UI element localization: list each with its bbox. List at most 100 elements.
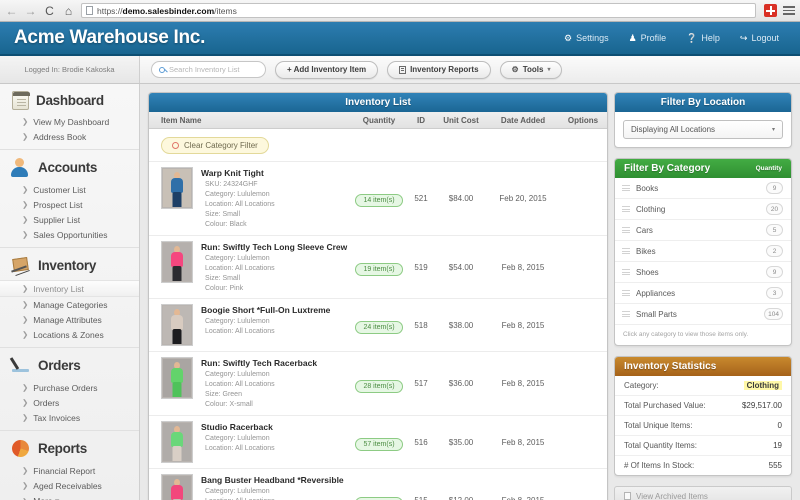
item-thumbnail[interactable] bbox=[161, 474, 193, 500]
header-link-logout[interactable]: ↪ Logout bbox=[731, 29, 788, 47]
sidebar-item-label: Financial Report bbox=[33, 466, 95, 476]
forward-arrow-icon[interactable]: → bbox=[24, 5, 37, 17]
category-item-bikes[interactable]: Bikes2 bbox=[615, 241, 791, 262]
sidebar-item-inventory-list[interactable]: ❯Inventory List bbox=[0, 280, 139, 297]
table-row[interactable]: Run: Swiftly Tech Long Sleeve CrewCatego… bbox=[149, 236, 607, 300]
item-name[interactable]: Run: Swiftly Tech Long Sleeve Crew bbox=[201, 242, 347, 252]
chevron-right-icon: ❯ bbox=[22, 497, 28, 500]
table-row[interactable]: Boogie Short *Full-On LuxtremeCategory: … bbox=[149, 299, 607, 352]
sidebar-item-manage-attributes[interactable]: ❯Manage Attributes bbox=[0, 312, 139, 327]
reload-icon[interactable]: C bbox=[43, 5, 56, 17]
sidebar-item-prospect-list[interactable]: ❯Prospect List bbox=[0, 197, 139, 212]
item-name[interactable]: Run: Swiftly Tech Racerback bbox=[201, 358, 317, 368]
header-link-help[interactable]: ❔ Help bbox=[677, 29, 729, 47]
header-link-profile[interactable]: ♟ Profile bbox=[620, 29, 676, 47]
view-archived-items-button[interactable]: View Archived Items bbox=[614, 486, 792, 500]
statistic-row: Category:Clothing bbox=[615, 376, 791, 396]
sidebar-item-purchase-orders[interactable]: ❯Purchase Orders bbox=[0, 380, 139, 395]
sidebar-group-header[interactable]: Inventory bbox=[0, 248, 139, 280]
tools-label: Tools bbox=[523, 65, 544, 74]
item-name[interactable]: Bang Buster Headband *Reversible bbox=[201, 475, 344, 485]
sidebar-item-locations-zones[interactable]: ❯Locations & Zones bbox=[0, 327, 139, 342]
table-row[interactable]: Bang Buster Headband *ReversibleCategory… bbox=[149, 469, 607, 500]
item-meta: Boogie Short *Full-On LuxtremeCategory: … bbox=[201, 304, 330, 346]
inventory-reports-button[interactable]: Inventory Reports bbox=[387, 61, 490, 79]
item-thumbnail[interactable] bbox=[161, 241, 193, 283]
back-arrow-icon[interactable]: ← bbox=[5, 5, 18, 17]
sidebar-item-sales-opportunities[interactable]: ❯Sales Opportunities bbox=[0, 227, 139, 242]
quantity-badge: 19 item(s) bbox=[355, 263, 402, 276]
category-label: Small Parts bbox=[630, 310, 764, 319]
category-label: Cars bbox=[630, 226, 766, 235]
item-name[interactable]: Studio Racerback bbox=[201, 422, 275, 432]
sidebar-item-label: Inventory List bbox=[33, 284, 84, 294]
drag-handle-icon[interactable] bbox=[622, 226, 630, 235]
drag-handle-icon[interactable] bbox=[622, 289, 630, 298]
add-inventory-item-button[interactable]: + Add Inventory Item bbox=[275, 61, 378, 79]
table-row[interactable]: Run: Swiftly Tech RacerbackCategory: Lul… bbox=[149, 352, 607, 416]
sidebar-item-address-book[interactable]: ❯Address Book bbox=[0, 129, 139, 144]
hamburger-menu-icon[interactable] bbox=[783, 4, 795, 17]
sidebar-group-header[interactable]: Dashboard bbox=[0, 84, 139, 114]
sidebar-group-title: Dashboard bbox=[36, 93, 104, 108]
drag-handle-icon[interactable] bbox=[622, 247, 630, 256]
category-item-appliances[interactable]: Appliances3 bbox=[615, 283, 791, 304]
sidebar-item-label: Aged Receivables bbox=[33, 481, 102, 491]
inventory-list-panel: Inventory List Item Name Quantity ID Uni… bbox=[148, 92, 608, 500]
drag-handle-icon[interactable] bbox=[622, 184, 630, 193]
header-link-settings[interactable]: ⚙ Settings bbox=[555, 29, 618, 47]
item-cell: Studio RacerbackCategory: LululemonLocat… bbox=[149, 421, 351, 463]
sidebar-item-customer-list[interactable]: ❯Customer List bbox=[0, 182, 139, 197]
category-item-clothing[interactable]: Clothing20 bbox=[615, 199, 791, 220]
category-item-small-parts[interactable]: Small Parts104 bbox=[615, 304, 791, 325]
chevron-down-icon: ▾ bbox=[772, 126, 775, 133]
filter-by-category-header: Filter By Category Quantity bbox=[615, 159, 791, 178]
item-thumbnail[interactable] bbox=[161, 304, 193, 346]
sidebar-item-manage-categories[interactable]: ❯Manage Categories bbox=[0, 297, 139, 312]
home-icon[interactable]: ⌂ bbox=[62, 5, 75, 17]
table-row[interactable]: Studio RacerbackCategory: LululemonLocat… bbox=[149, 416, 607, 469]
address-bar[interactable]: https://demo.salesbinder.com/items bbox=[81, 3, 756, 18]
search-input[interactable]: Search Inventory List bbox=[151, 61, 266, 78]
item-date-added: Feb 8, 2015 bbox=[487, 379, 559, 388]
category-item-books[interactable]: Books9 bbox=[615, 178, 791, 199]
location-select[interactable]: Displaying All Locations ▾ bbox=[623, 120, 783, 139]
sidebar-item-label: Prospect List bbox=[33, 200, 82, 210]
statistic-row: Total Purchased Value:$29,517.00 bbox=[615, 396, 791, 416]
logged-in-label: Logged In: Brodie Kakoska bbox=[0, 56, 140, 83]
drag-handle-icon[interactable] bbox=[622, 310, 630, 319]
quantity-badge: 57 item(s) bbox=[355, 438, 402, 451]
category-item-cars[interactable]: Cars5 bbox=[615, 220, 791, 241]
table-row[interactable]: Warp Knit TightSKU: 24324GHFCategory: Lu… bbox=[149, 162, 607, 236]
app-header: Acme Warehouse Inc. ⚙ Settings ♟ Profile… bbox=[0, 22, 800, 56]
sidebar-item-aged-receivables[interactable]: ❯Aged Receivables bbox=[0, 478, 139, 493]
item-thumbnail[interactable] bbox=[161, 357, 193, 399]
drag-handle-icon[interactable] bbox=[622, 205, 630, 214]
statistic-value: 555 bbox=[769, 461, 782, 470]
sidebar-item-tax-invoices[interactable]: ❯Tax Invoices bbox=[0, 410, 139, 425]
sidebar-group-header[interactable]: Orders bbox=[0, 348, 139, 380]
item-name[interactable]: Warp Knit Tight bbox=[201, 168, 275, 178]
tools-button[interactable]: ⚙ Tools ▾ bbox=[500, 61, 563, 79]
item-thumbnail[interactable] bbox=[161, 421, 193, 463]
chevron-right-icon: ❯ bbox=[22, 132, 28, 141]
extension-icon[interactable] bbox=[764, 4, 777, 17]
sidebar-item-supplier-list[interactable]: ❯Supplier List bbox=[0, 212, 139, 227]
clear-category-filter-button[interactable]: Clear Category Filter bbox=[161, 137, 269, 154]
item-attribute: Size: Small bbox=[201, 210, 275, 220]
category-item-shoes[interactable]: Shoes9 bbox=[615, 262, 791, 283]
filter-by-location-title: Filter By Location bbox=[615, 93, 791, 112]
category-count-badge: 2 bbox=[766, 245, 783, 257]
item-thumbnail[interactable] bbox=[161, 167, 193, 209]
sidebar-item-more[interactable]: ❯More ▾ bbox=[0, 493, 139, 500]
item-quantity-cell: 24 item(s) bbox=[351, 316, 407, 334]
sidebar-group-header[interactable]: Reports bbox=[0, 431, 139, 463]
hand-truck-icon bbox=[10, 255, 31, 276]
sidebar-item-view-my-dashboard[interactable]: ❯View My Dashboard bbox=[0, 114, 139, 129]
app-body: Dashboard ❯View My Dashboard❯Address Book… bbox=[0, 84, 800, 500]
item-name[interactable]: Boogie Short *Full-On Luxtreme bbox=[201, 305, 330, 315]
sidebar-item-orders[interactable]: ❯Orders bbox=[0, 395, 139, 410]
sidebar-item-financial-report[interactable]: ❯Financial Report bbox=[0, 463, 139, 478]
drag-handle-icon[interactable] bbox=[622, 268, 630, 277]
sidebar-group-header[interactable]: Accounts bbox=[0, 150, 139, 182]
